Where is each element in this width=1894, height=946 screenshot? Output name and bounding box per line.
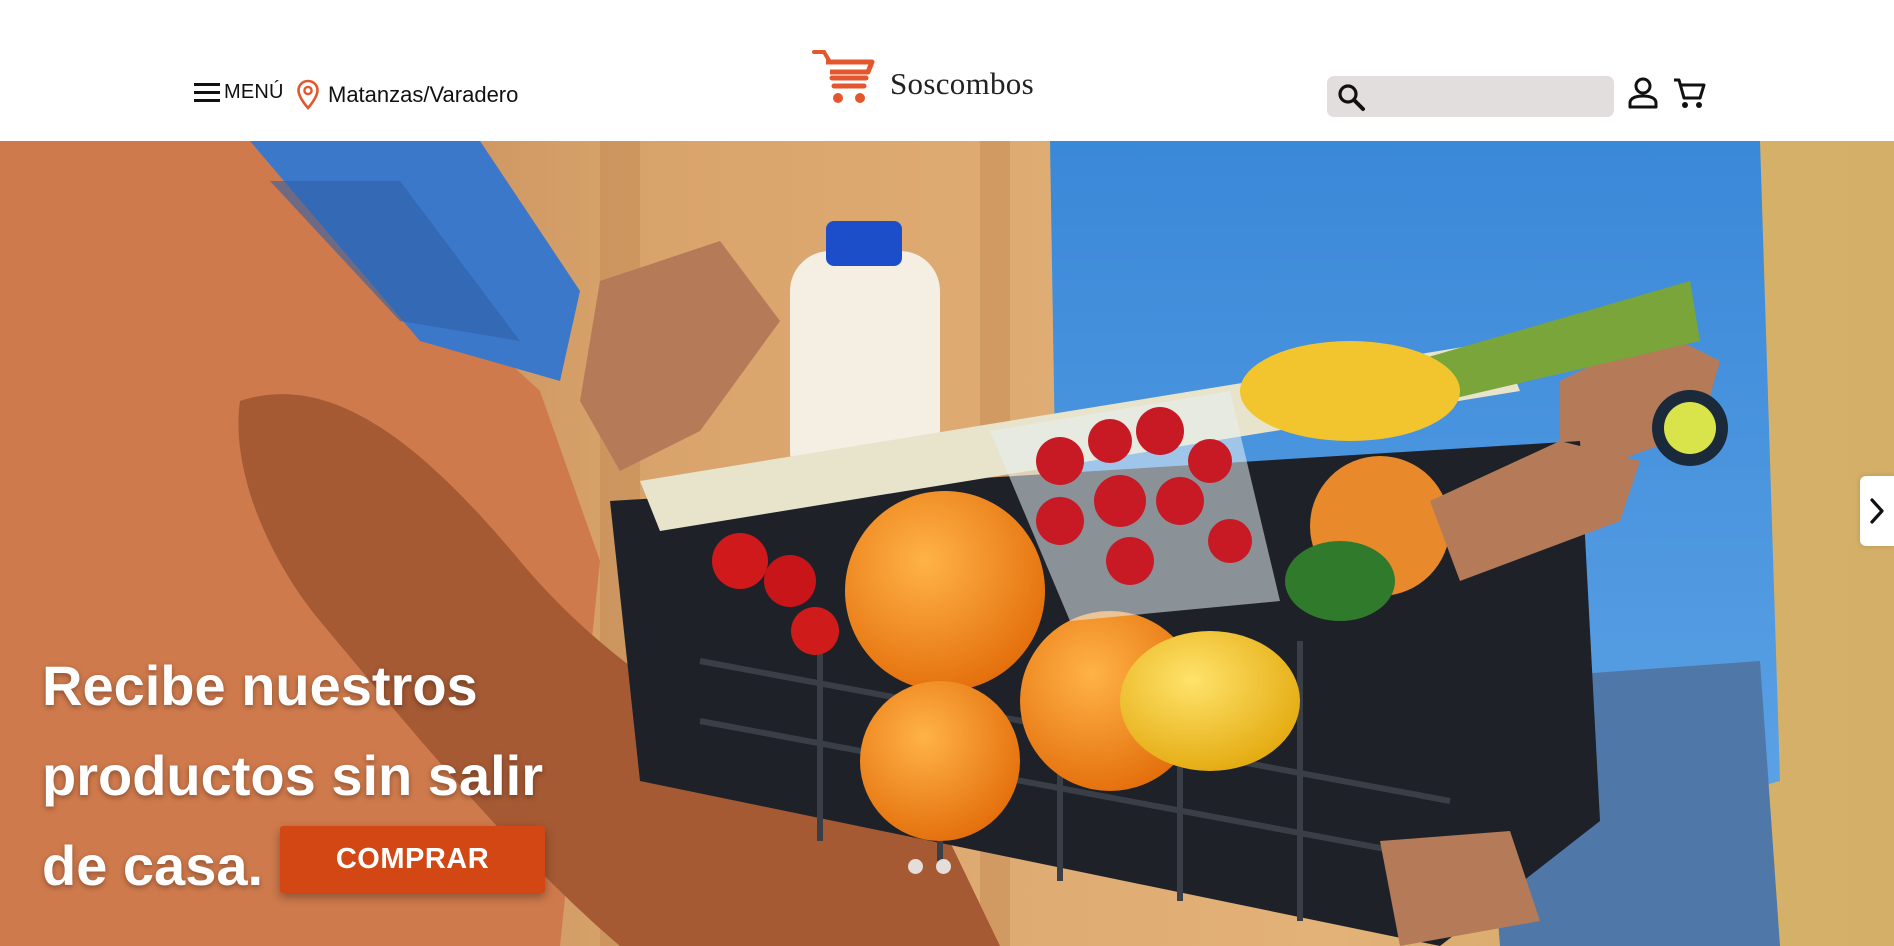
shopping-cart-logo bbox=[812, 50, 875, 103]
hero-banner: Recibe nuestros productos sin salir de c… bbox=[0, 141, 1894, 946]
location-selector[interactable]: Matanzas/Varadero bbox=[296, 79, 518, 111]
carousel-dot[interactable] bbox=[908, 859, 923, 874]
brand-name: Soscombos bbox=[890, 66, 1034, 101]
buy-button[interactable]: COMPRAR bbox=[280, 826, 545, 893]
chevron-right-icon bbox=[1870, 498, 1884, 524]
carousel-next-button[interactable] bbox=[1860, 476, 1894, 546]
cart-icon bbox=[1674, 78, 1706, 108]
carousel-dot[interactable] bbox=[936, 859, 951, 874]
location-label: Matanzas/Varadero bbox=[328, 82, 519, 107]
menu-label: MENÚ bbox=[224, 80, 284, 103]
search-icon[interactable] bbox=[1336, 82, 1366, 112]
search-bar[interactable] bbox=[1327, 76, 1614, 117]
cart-button[interactable] bbox=[1672, 76, 1706, 115]
carousel-dots bbox=[908, 859, 951, 874]
map-pin-icon bbox=[297, 79, 319, 110]
site-header: MENÚ Matanzas/Varadero Soscombos bbox=[0, 0, 1894, 141]
search-input[interactable] bbox=[1374, 76, 1614, 117]
account-button[interactable] bbox=[1627, 76, 1659, 115]
hero-title-line: Recibe nuestros bbox=[42, 654, 478, 717]
brand-logo[interactable]: Soscombos bbox=[812, 48, 1034, 106]
user-icon bbox=[1628, 77, 1658, 109]
hamburger-icon bbox=[194, 83, 220, 102]
menu-toggle[interactable]: MENÚ bbox=[192, 80, 284, 104]
hero-title-line: productos sin salir bbox=[42, 744, 543, 807]
